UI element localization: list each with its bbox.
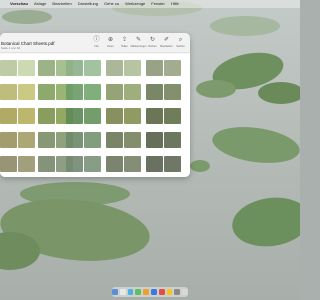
dock-app-icon[interactable] bbox=[127, 289, 134, 295]
color-swatch bbox=[18, 60, 35, 76]
menu-item[interactable]: Gehe zu bbox=[104, 0, 119, 8]
color-swatch bbox=[66, 84, 83, 100]
markup-icon: ✐ bbox=[163, 37, 170, 43]
color-swatch bbox=[84, 132, 101, 148]
dock-app-icon[interactable] bbox=[135, 289, 142, 295]
toolbar-zoom-button[interactable]: ⊕ Zoom bbox=[105, 37, 116, 48]
preview-window: Botanical Chart Sheets.pdf Seite 1 von 1… bbox=[0, 33, 190, 177]
lily-pad bbox=[210, 16, 280, 36]
color-swatch bbox=[106, 132, 123, 148]
color-swatch bbox=[38, 156, 55, 172]
color-swatch bbox=[164, 84, 181, 100]
lily-pad bbox=[2, 10, 52, 24]
color-swatch bbox=[0, 132, 17, 148]
color-swatch bbox=[0, 84, 17, 100]
color-swatch bbox=[164, 108, 181, 124]
color-swatch bbox=[124, 108, 141, 124]
color-swatch bbox=[38, 132, 55, 148]
menu-item[interactable]: Ablage bbox=[34, 0, 46, 8]
dock-app-icon[interactable] bbox=[158, 289, 165, 295]
document-subtitle: Seite 1 von 10 bbox=[1, 46, 21, 50]
dock-app-icon[interactable] bbox=[143, 289, 149, 295]
toolbar-label: Teilen bbox=[121, 45, 128, 48]
color-swatch bbox=[0, 60, 17, 76]
document-page[interactable] bbox=[0, 54, 190, 177]
dock-app-icon[interactable] bbox=[112, 289, 118, 295]
share-icon: ⇪ bbox=[121, 37, 128, 43]
color-swatch bbox=[66, 156, 83, 172]
menu-item[interactable]: Bearbeiten bbox=[52, 0, 71, 8]
zoom-icon: ⊕ bbox=[107, 37, 114, 43]
color-swatch bbox=[146, 108, 163, 124]
color-swatch bbox=[164, 132, 181, 148]
toolbar-label: Info bbox=[94, 45, 99, 48]
color-swatch bbox=[84, 108, 101, 124]
color-swatch bbox=[18, 84, 35, 100]
toolbar-info-button[interactable]: ⓘ Info bbox=[91, 37, 102, 48]
menu-item[interactable]: Hilfe bbox=[171, 0, 179, 8]
window-titlebar: Botanical Chart Sheets.pdf Seite 1 von 1… bbox=[0, 33, 190, 53]
dock-app-icon[interactable] bbox=[151, 289, 157, 295]
lily-pad bbox=[196, 80, 236, 98]
menu-item[interactable]: Vorschau bbox=[10, 0, 28, 8]
lily-pad bbox=[190, 160, 210, 172]
dock-app-icon[interactable] bbox=[166, 289, 173, 295]
toolbar-label: Bearbeiten bbox=[160, 45, 173, 48]
color-swatch bbox=[106, 84, 123, 100]
toolbar-markup-button[interactable]: ✐ Bearbeiten bbox=[160, 37, 173, 48]
toolbar-label: Drehen bbox=[148, 45, 157, 48]
color-swatch bbox=[18, 156, 35, 172]
toolbar-rotate-button[interactable]: ↻ Drehen bbox=[147, 37, 158, 48]
color-swatch bbox=[66, 60, 83, 76]
highlight-icon: ✎ bbox=[135, 37, 142, 43]
search-icon: ⌕ bbox=[178, 37, 183, 43]
menu-item[interactable]: Werkzeuge bbox=[125, 0, 145, 8]
color-swatch bbox=[38, 84, 55, 100]
menu-bar: Vorschau Ablage Bearbeiten Darstellung G… bbox=[0, 0, 300, 8]
color-swatch bbox=[106, 156, 123, 172]
menu-item[interactable]: Fenster bbox=[151, 0, 165, 8]
dock-app-icon[interactable] bbox=[182, 289, 188, 295]
color-swatch bbox=[18, 108, 35, 124]
color-swatch bbox=[84, 60, 101, 76]
lily-pad bbox=[210, 122, 300, 168]
color-swatch bbox=[38, 108, 55, 124]
toolbar: ⓘ Info ⊕ Zoom ⇪ Teilen ✎ Markierungen ↻ … bbox=[91, 37, 186, 48]
toolbar-label: Markierungen bbox=[130, 45, 147, 48]
lily-pad bbox=[229, 192, 300, 252]
dock-app-icon[interactable] bbox=[119, 289, 126, 295]
dock bbox=[112, 287, 188, 297]
color-swatch bbox=[106, 108, 123, 124]
color-swatch bbox=[106, 60, 123, 76]
color-swatch bbox=[124, 132, 141, 148]
color-swatch bbox=[66, 108, 83, 124]
color-swatch bbox=[146, 84, 163, 100]
color-swatch bbox=[124, 156, 141, 172]
color-swatch bbox=[38, 60, 55, 76]
color-swatch bbox=[84, 156, 101, 172]
lily-pad bbox=[258, 82, 300, 104]
color-swatch bbox=[146, 132, 163, 148]
toolbar-share-button[interactable]: ⇪ Teilen bbox=[119, 37, 130, 48]
toolbar-highlight-button[interactable]: ✎ Markierungen bbox=[130, 37, 147, 48]
color-swatch bbox=[164, 156, 181, 172]
rotate-icon: ↻ bbox=[149, 37, 156, 43]
toolbar-label: Zoom bbox=[107, 45, 114, 48]
color-swatch bbox=[84, 84, 101, 100]
toolbar-label: Suchen bbox=[176, 45, 185, 48]
color-swatch bbox=[0, 156, 17, 172]
info-icon: ⓘ bbox=[93, 37, 100, 43]
menu-item[interactable]: Darstellung bbox=[78, 0, 98, 8]
color-swatch bbox=[0, 108, 17, 124]
color-swatch bbox=[146, 156, 163, 172]
color-swatch bbox=[18, 132, 35, 148]
color-swatch bbox=[164, 60, 181, 76]
color-swatch bbox=[66, 132, 83, 148]
color-swatch bbox=[124, 84, 141, 100]
dock-app-icon[interactable] bbox=[174, 289, 181, 295]
color-swatch bbox=[146, 60, 163, 76]
color-swatch bbox=[124, 60, 141, 76]
toolbar-search-button[interactable]: ⌕ Suchen bbox=[175, 37, 186, 48]
